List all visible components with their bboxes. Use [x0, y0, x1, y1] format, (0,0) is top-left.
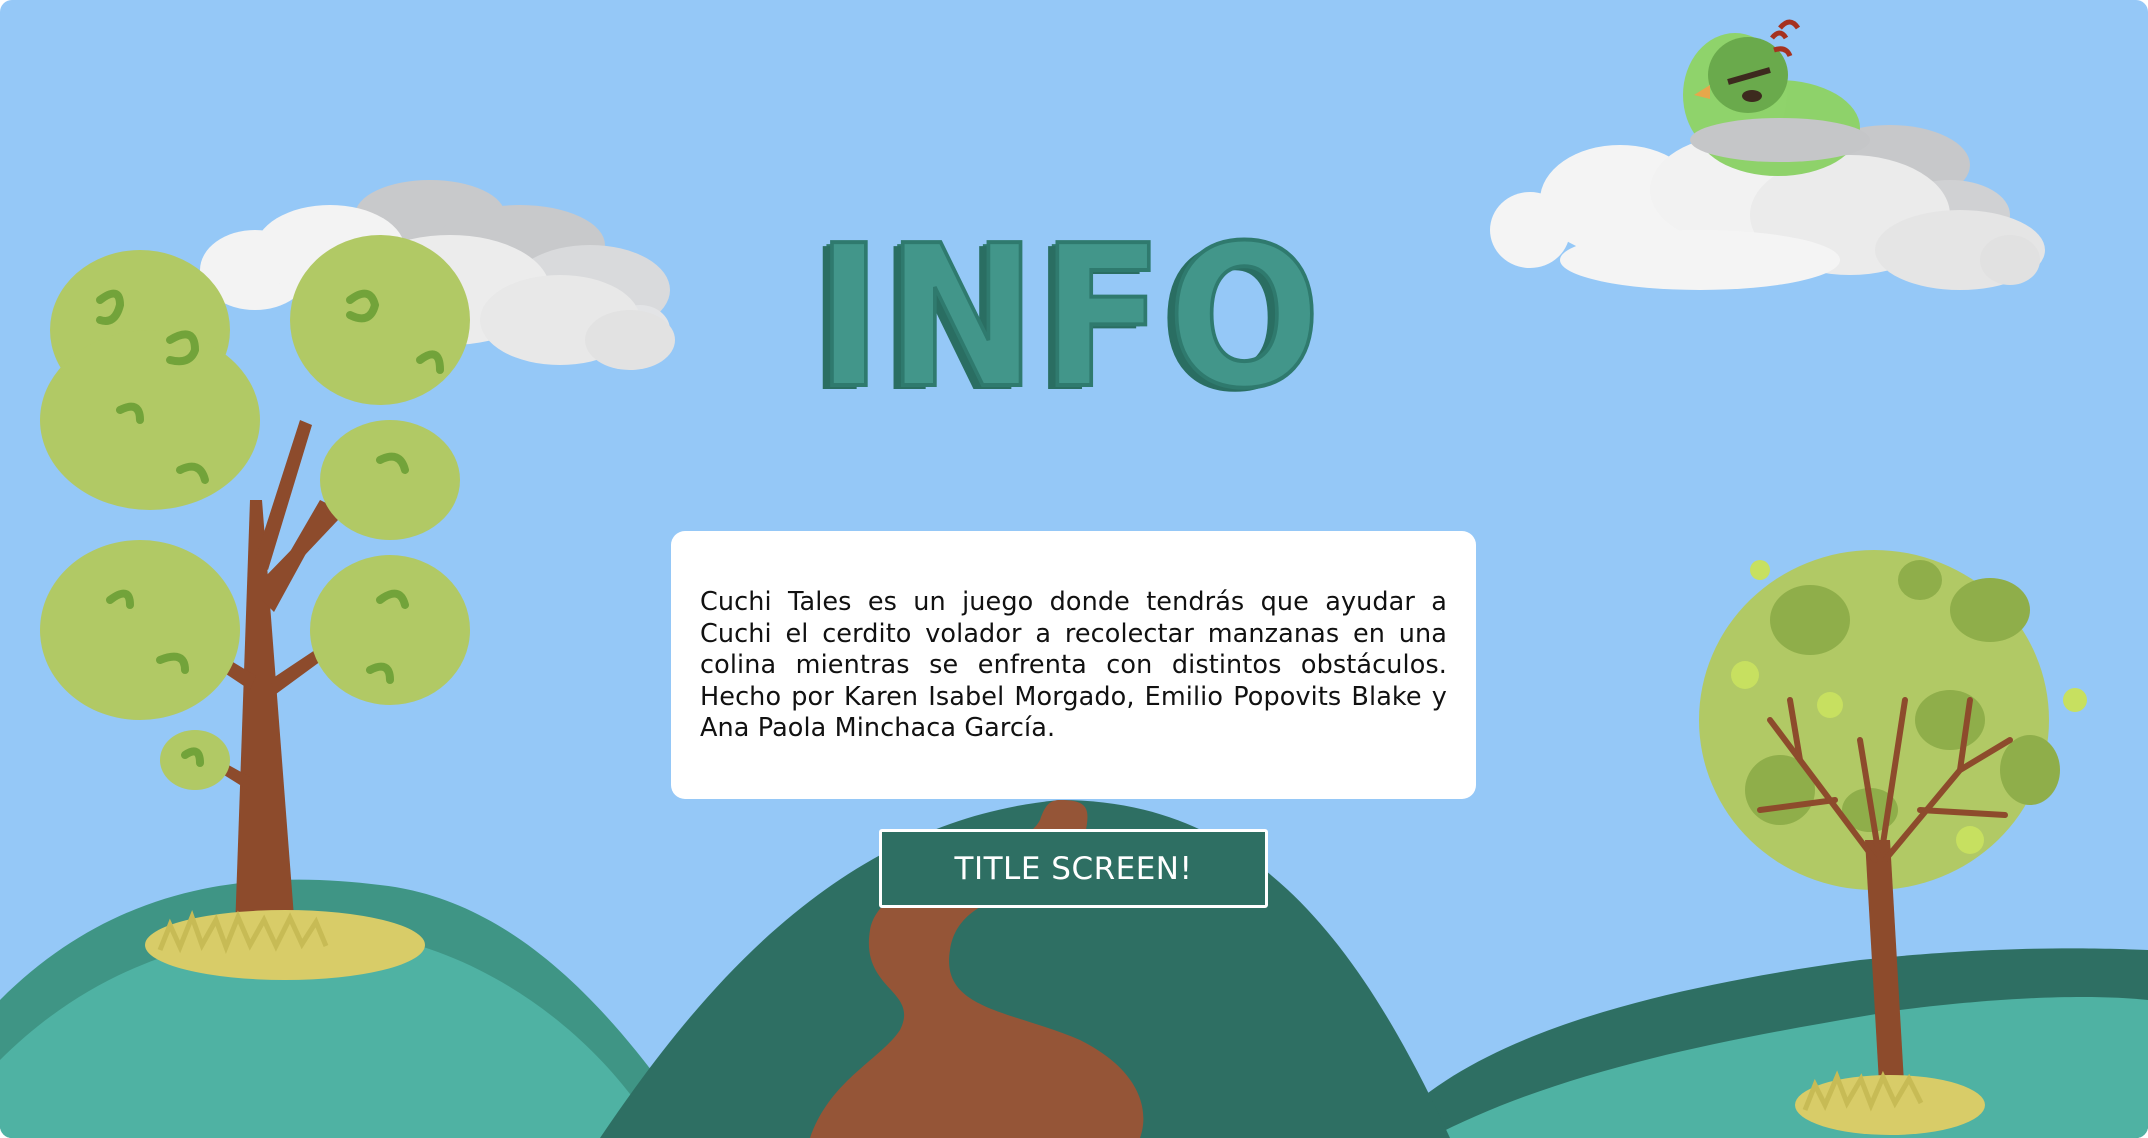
info-card: Cuchi Tales es un juego donde tendrás qu…: [671, 531, 1476, 799]
title-screen-button[interactable]: TITLE SCREEN!: [879, 829, 1268, 908]
game-info-screen: INFO Cuchi Tales es un juego donde tendr…: [0, 0, 2148, 1138]
info-description: Cuchi Tales es un juego donde tendrás qu…: [700, 587, 1447, 743]
page-title: INFO: [814, 204, 1325, 432]
